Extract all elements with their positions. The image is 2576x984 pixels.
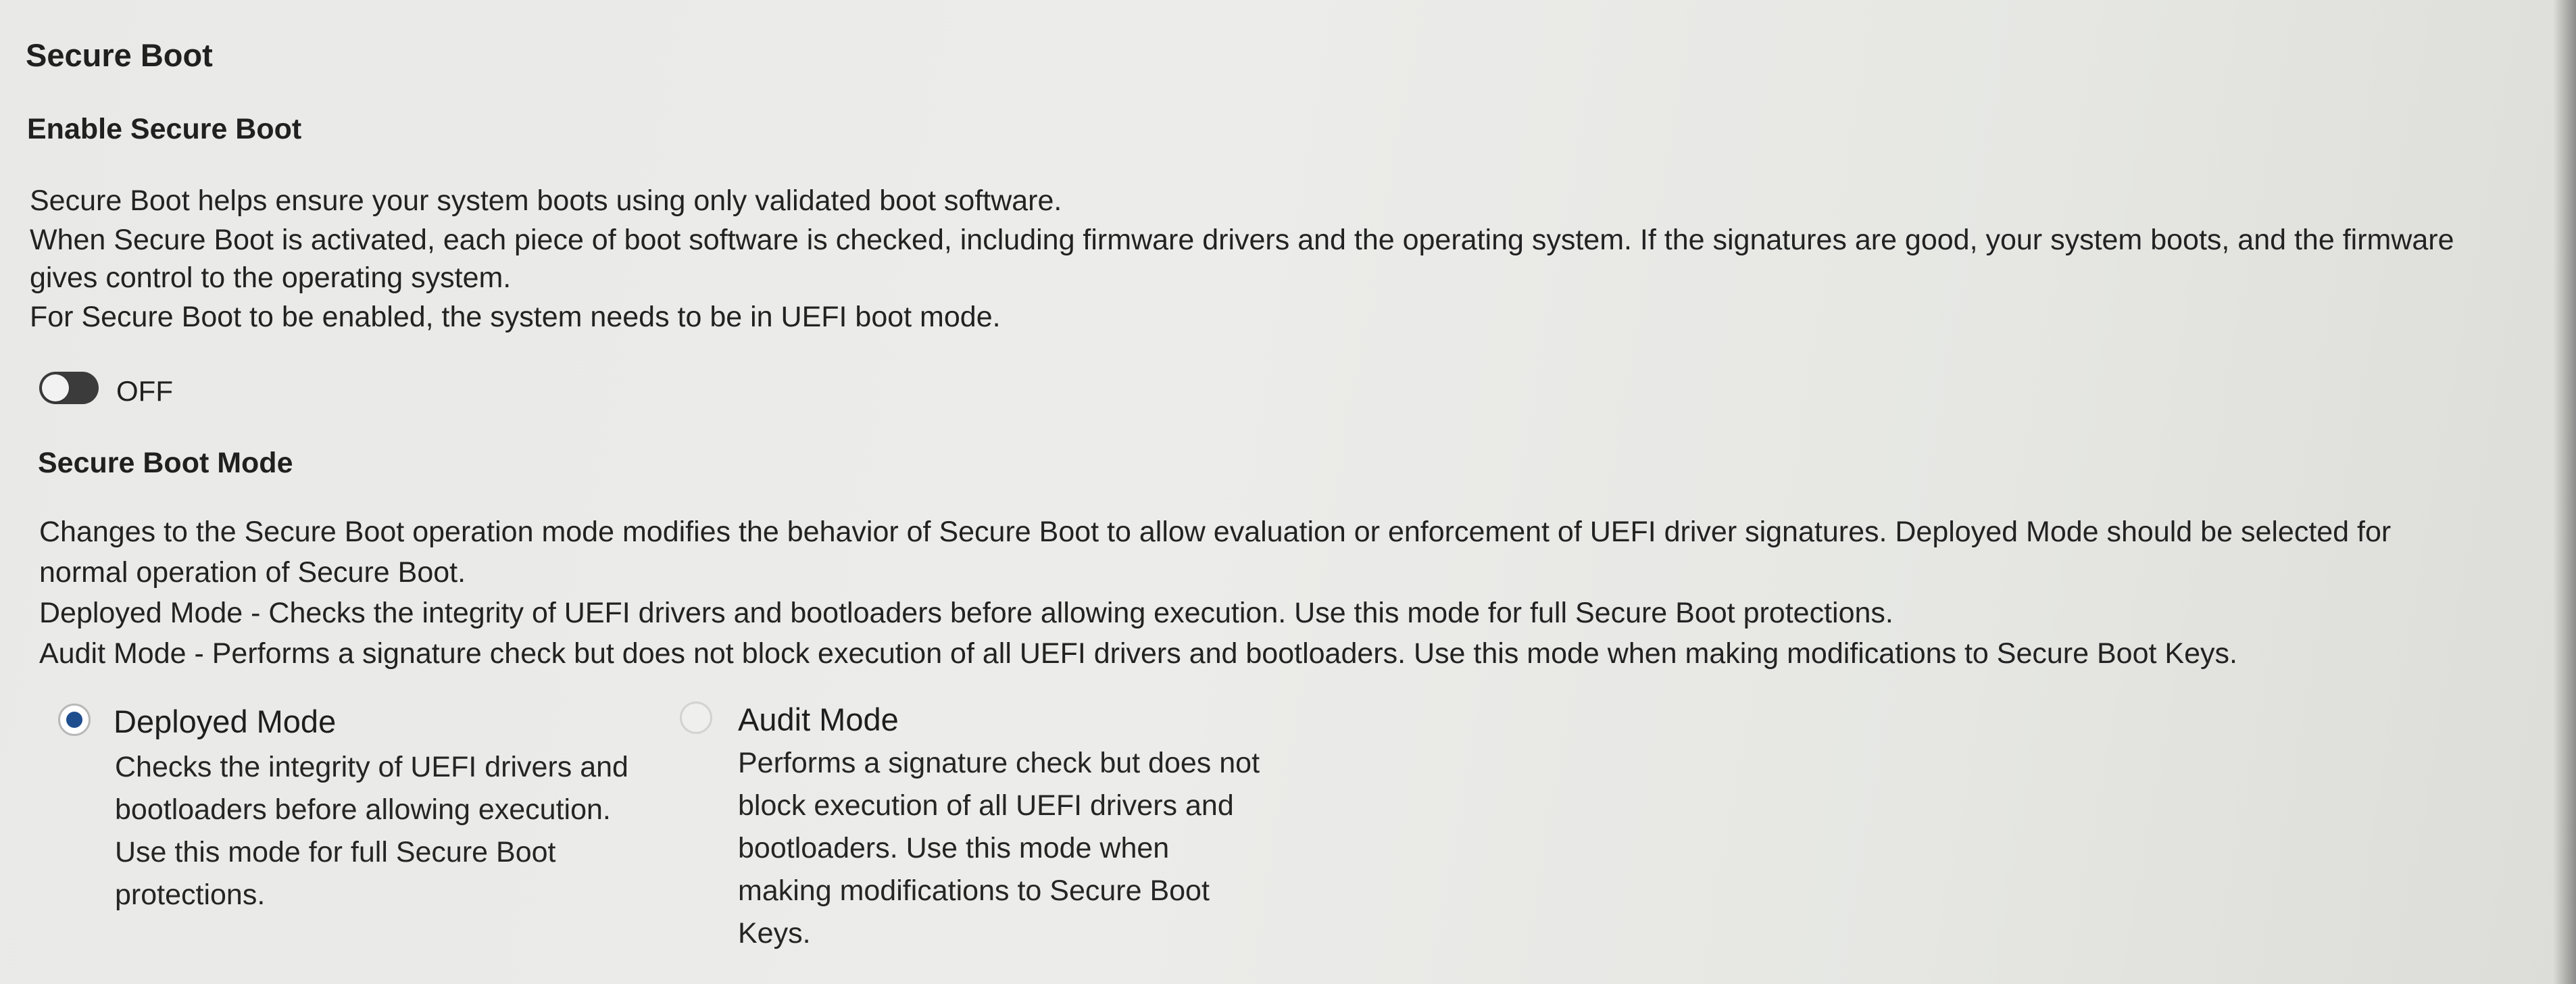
deployed-mode-label[interactable]: Deployed Mode (114, 703, 336, 740)
audit-mode-radio[interactable] (680, 702, 712, 734)
audit-mode-description: Performs a signature check but does not … (738, 742, 1260, 955)
deployed-mode-radio[interactable] (58, 704, 91, 736)
page-title: Secure Boot (26, 37, 213, 73)
audit-mode-label[interactable]: Audit Mode (738, 701, 899, 738)
secure-boot-page: Secure Boot Enable Secure Boot Secure Bo… (0, 0, 2576, 984)
deployed-description-line: bootloaders before allowing execution. (115, 793, 611, 826)
mode-description-line: Deployed Mode - Checks the integrity of … (39, 597, 1893, 629)
deployed-description-line: protections. (115, 879, 266, 911)
mode-description-line: normal operation of Secure Boot. (39, 556, 466, 589)
secure-boot-mode-description: Changes to the Secure Boot operation mod… (39, 511, 2391, 674)
audit-description-line: block execution of all UEFI drivers and (738, 789, 1234, 822)
enable-description-line: When Secure Boot is activated, each piec… (30, 224, 2454, 256)
mode-description-line: Audit Mode - Performs a signature check … (39, 637, 2237, 670)
enable-description-line: gives control to the operating system. (30, 262, 512, 294)
toggle-knob (42, 374, 69, 401)
enable-description-line: For Secure Boot to be enabled, the syste… (30, 301, 1001, 333)
screen-edge-shadow (2553, 0, 2576, 984)
audit-description-line: Performs a signature check but does not (738, 747, 1260, 779)
enable-secure-boot-description: Secure Boot helps ensure your system boo… (30, 180, 2454, 338)
toggle-state-label: OFF (116, 375, 173, 407)
enable-description-line: Secure Boot helps ensure your system boo… (30, 184, 1062, 217)
deployed-description-line: Checks the integrity of UEFI drivers and (115, 751, 628, 783)
enable-secure-boot-heading: Enable Secure Boot (27, 113, 302, 145)
mode-description-line: Changes to the Secure Boot operation mod… (39, 516, 2392, 548)
secure-boot-toggle[interactable] (39, 372, 99, 404)
deployed-description-line: Use this mode for full Secure Boot (115, 836, 556, 868)
radio-selected-dot (66, 712, 82, 728)
audit-description-line: making modifications to Secure Boot (738, 875, 1210, 907)
secure-boot-mode-heading: Secure Boot Mode (38, 447, 293, 479)
deployed-mode-description: Checks the integrity of UEFI drivers and… (115, 746, 628, 916)
audit-description-line: Keys. (738, 917, 811, 950)
audit-description-line: bootloaders. Use this mode when (738, 832, 1170, 864)
